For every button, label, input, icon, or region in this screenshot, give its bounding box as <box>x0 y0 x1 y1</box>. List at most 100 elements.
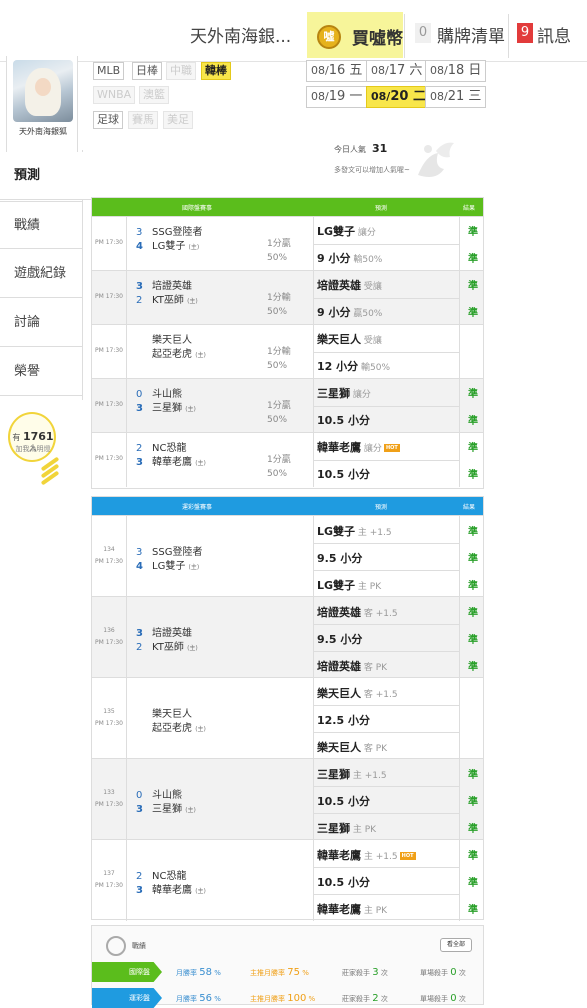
col-divider <box>126 516 127 597</box>
home-team: 2 KT巫師 (主) <box>136 642 198 653</box>
international-predictions-table: 國際盤賽事 預測 結果 PM 17:30 3 SSG登陸者 4 LG雙子 (主) 1分贏 50% L… <box>91 197 484 489</box>
col-divider <box>459 217 460 271</box>
record-type-label: 國際盤 <box>92 962 162 982</box>
main-pick-win-rate: 主推月勝率 75 % <box>250 967 309 978</box>
prediction-text: LG雙子 主 +1.5 <box>317 525 392 538</box>
main-pick-win-rate: 主推月勝率 100 % <box>250 993 316 1004</box>
col-divider <box>459 840 460 921</box>
coin-icon: 噓 <box>317 25 341 49</box>
prediction-text: 韓華老鷹 讓分 HOT <box>317 439 400 455</box>
result-mark: 準 <box>468 254 478 265</box>
record-icon <box>106 936 126 956</box>
prediction-text: 12.5 小分 <box>317 714 370 727</box>
col-divider <box>313 678 314 759</box>
category-tab[interactable]: MLB <box>93 62 125 80</box>
table-row: 134 PM 17:30 3 SSG登陸者 4 LG雙子 (主) LG雙子 主 +1.5 準 9… <box>92 515 483 597</box>
view-all-button[interactable]: 看全部 <box>440 938 472 952</box>
messages-link[interactable]: 訊息 <box>537 22 571 47</box>
game-time: PM 17:30 <box>95 558 123 565</box>
home-team: 3 韓華老鷹 (主) <box>136 885 206 896</box>
game-time: PM 17:30 <box>95 720 123 727</box>
col-divider <box>126 678 127 759</box>
col-divider <box>459 433 460 487</box>
table-row: 133 PM 17:30 0 斗山熊 3 三星獅 (主) 三星獅 主 +1.5 準 10.5 小… <box>92 758 483 840</box>
col-divider <box>126 217 127 271</box>
record-row: 運彩盤 月勝率 56 % 主推月勝率 100 % 莊家殺手 2 次 單場殺手 0 次 <box>92 988 483 1008</box>
sidebar-item-discussion[interactable]: 討論 <box>0 299 82 347</box>
popularity-tip: 多發文可以增加人氣喔~ <box>334 166 410 174</box>
popularity-value: 31 <box>372 142 388 155</box>
sidebar-item-game-log[interactable]: 遊戲紀錄 <box>0 250 82 298</box>
category-tab[interactable]: 足球 <box>93 111 123 129</box>
header-game: 國際盤賽事 <box>182 205 213 212</box>
hot-badge: HOT <box>399 852 416 860</box>
away-team: 0 斗山熊 <box>136 790 182 801</box>
game-time: PM 17:30 <box>95 347 123 354</box>
sidebar-item-predict[interactable]: 預測 <box>0 152 92 200</box>
purchase-list-link[interactable]: 購牌清單 <box>437 22 505 47</box>
header-result: 結果 <box>463 504 476 511</box>
sidebar-item-honor[interactable]: 榮譽 <box>0 348 82 396</box>
col-divider <box>459 271 460 325</box>
home-team: 2 KT巫師 (主) <box>136 295 198 306</box>
col-divider <box>126 379 127 433</box>
prediction-text: 10.5 小分 <box>317 468 370 481</box>
game-number: 135 <box>103 708 115 715</box>
home-team: 3 三星獅 (主) <box>136 403 196 414</box>
home-team: 3 韓華老鷹 (主) <box>136 457 206 468</box>
table-header: 運彩盤賽事 預測 結果 <box>92 497 483 515</box>
table-row: 136 PM 17:30 3 培證英雄 2 KT巫師 (主) 培證英雄 客 +1.5 準 9.5… <box>92 596 483 678</box>
lottery-predictions-table: 運彩盤賽事 預測 結果 134 PM 17:30 3 SSG登陸者 4 LG雙子 (主) LG雙子… <box>91 496 484 921</box>
table-row: PM 17:30 樂天巨人 起亞老虎 (主) 1分輸 50% 樂天巨人 受讓 12 小分 輸… <box>92 324 483 379</box>
prediction-text: 培證英雄 客 PK <box>317 660 388 673</box>
date-tab[interactable]: 08/16 五 <box>306 60 368 82</box>
result-mark: 準 <box>468 581 478 592</box>
date-tab[interactable]: 08/19 一 <box>306 86 368 108</box>
col-divider <box>459 325 460 379</box>
result-mark: 準 <box>468 662 478 673</box>
record-panel: 戰績 看全部 國際盤 月勝率 58 % 主推月勝率 75 % 莊家殺手 3 次單場殺手… <box>91 925 484 1008</box>
date-tab[interactable]: 08/17 六 <box>366 60 428 82</box>
date-tab[interactable]: 08/21 三 <box>425 86 487 108</box>
prediction-divider <box>313 244 459 245</box>
col-divider <box>126 325 127 379</box>
game-number: 137 <box>103 870 115 877</box>
category-tab[interactable]: 韓棒 <box>201 62 231 80</box>
month-win-rate: 月勝率 56 % <box>176 993 221 1004</box>
prediction-divider <box>313 352 459 353</box>
category-tab[interactable]: 日棒 <box>132 62 162 80</box>
col-divider <box>126 271 127 325</box>
month-win-rate: 月勝率 58 % <box>176 967 221 978</box>
game-number: 134 <box>103 546 115 553</box>
home-team: 起亞老虎 (主) <box>152 723 206 734</box>
date-tab[interactable]: 08/18 日 <box>425 60 487 82</box>
away-team: 3 SSG登陸者 <box>136 227 203 238</box>
game-time: PM 17:30 <box>95 293 123 300</box>
handicap-line: 1分贏 50% <box>267 455 291 479</box>
banker-killer: 莊家殺手 2 次 <box>342 993 388 1004</box>
prediction-text: 韓華老鷹 主 +1.5 HOT <box>317 847 416 863</box>
avatar[interactable] <box>13 60 73 122</box>
game-time: PM 17:30 <box>95 455 123 462</box>
buy-coin-tab[interactable]: 噓 買噓幣 <box>307 12 403 58</box>
record-title: 戰績 <box>132 942 146 950</box>
prediction-text: 9.5 小分 <box>317 552 363 565</box>
prediction-divider <box>313 298 459 299</box>
header-result: 結果 <box>463 205 476 212</box>
date-tab[interactable]: 08/20 二 <box>366 86 431 108</box>
user-name-link[interactable]: 天外南海銀... <box>190 22 291 47</box>
col-divider <box>126 840 127 921</box>
single-game-killer: 單場殺手 0 次 <box>420 993 466 1004</box>
col-divider <box>459 379 460 433</box>
sidebar-item-record[interactable]: 戰績 <box>0 201 82 249</box>
prediction-text: 培證英雄 客 +1.5 <box>317 606 398 619</box>
away-team: 0 斗山熊 <box>136 389 182 400</box>
banker-killer: 莊家殺手 3 次 <box>342 967 388 978</box>
follow-lightbulb[interactable]: 有 1761 人 加我為明燈 <box>8 412 56 462</box>
table-row: 137 PM 17:30 2 NC恐龍 3 韓華老鷹 (主) 韓華老鷹 主 +1.5 HOT 準… <box>92 839 483 921</box>
profile-name: 天外南海銀狐 <box>19 127 67 136</box>
category-tab: 賽馬 <box>128 111 158 129</box>
handicap-line: 1分贏 50% <box>267 401 291 425</box>
category-tab: 中職 <box>166 62 196 80</box>
col-divider <box>313 759 314 840</box>
